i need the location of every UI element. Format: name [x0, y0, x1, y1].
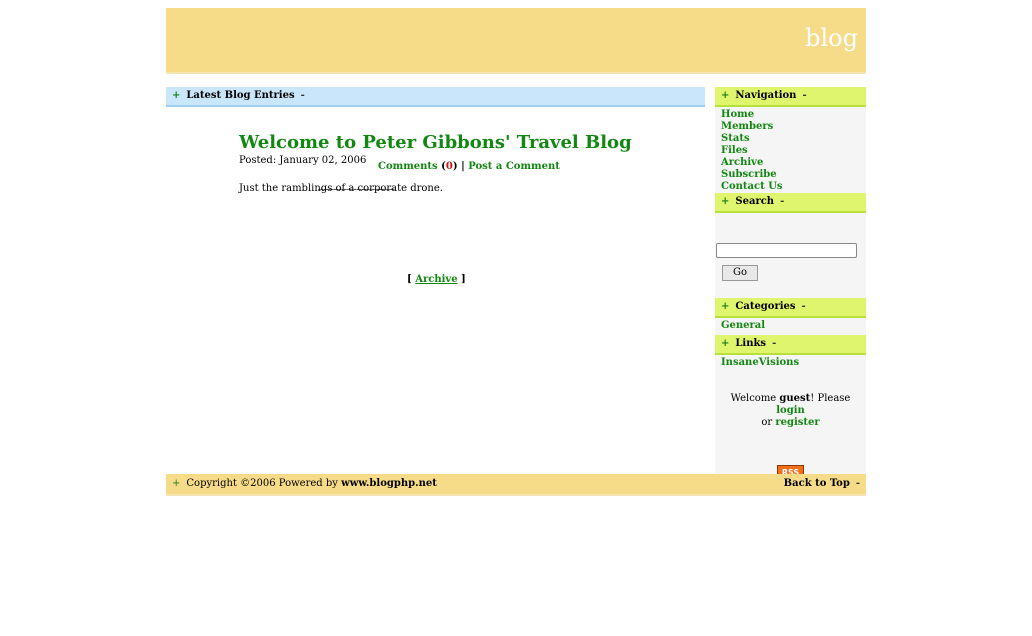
archive-link[interactable]: Archive — [415, 274, 457, 285]
links-header[interactable]: + Links - — [715, 335, 866, 355]
login-link[interactable]: login — [776, 405, 805, 416]
entry-divider: ------------------------------ — [318, 185, 395, 195]
nav-item-members[interactable]: Members — [721, 121, 866, 133]
navigation-header[interactable]: + Navigation - — [715, 87, 866, 107]
collapse-icon[interactable]: - — [802, 301, 806, 312]
entry-comments: Comments (0) | Post a Comment — [378, 161, 560, 172]
search-input[interactable] — [716, 243, 857, 258]
navigation-list: Home Members Stats Files Archive Subscri… — [715, 107, 866, 193]
expand-icon: + — [721, 196, 730, 207]
nav-item-subscribe[interactable]: Subscribe — [721, 169, 866, 181]
links-title: Links — [735, 338, 767, 349]
copyright-text: Copyright ©2006 Powered by — [186, 478, 338, 489]
collapse-icon[interactable]: - — [301, 90, 305, 101]
footer: + Copyright ©2006 Powered by www.blogphp.… — [166, 474, 866, 496]
main-content: + Latest Blog Entries - Welcome to Peter G… — [166, 87, 705, 285]
collapse-icon[interactable]: - — [802, 90, 806, 101]
comments-count: 0 — [445, 161, 453, 172]
expand-icon: + — [721, 338, 730, 349]
categories-header[interactable]: + Categories - — [715, 298, 866, 318]
welcome-user: guest — [779, 393, 811, 404]
expand-icon: + — [721, 90, 730, 101]
expand-icon: + — [721, 301, 730, 312]
search-area: Go — [715, 213, 866, 298]
collapse-icon: - — [855, 478, 860, 489]
nav-item-files[interactable]: Files — [721, 145, 866, 157]
category-general[interactable]: General — [721, 320, 866, 332]
welcome-please: ! Please — [810, 393, 851, 404]
sidebar: + Navigation - Home Members Stats Files Ar… — [715, 87, 866, 480]
expand-icon: + — [172, 478, 181, 489]
nav-item-archive[interactable]: Archive — [721, 157, 866, 169]
welcome-message: Welcome guest! Please login or register — [715, 393, 866, 429]
latest-entries-header[interactable]: + Latest Blog Entries - — [166, 87, 705, 107]
back-to-top-label[interactable]: Back to Top — [784, 478, 850, 489]
archive-wrapper: [ Archive ] — [407, 274, 466, 285]
search-header[interactable]: + Search - — [715, 193, 866, 213]
header: blog — [166, 8, 866, 74]
nav-item-home[interactable]: Home — [721, 109, 866, 121]
latest-entries-title: Latest Blog Entries — [186, 90, 295, 101]
or-text: or — [761, 417, 773, 428]
post-comment-link[interactable]: Post a Comment — [468, 161, 560, 172]
categories-title: Categories — [735, 301, 796, 312]
back-to-top[interactable]: Back to Top - — [784, 474, 860, 494]
go-button[interactable]: Go — [722, 265, 758, 281]
link-insanevisions[interactable]: InsaneVisions — [721, 357, 866, 369]
comments-link[interactable]: Comments — [378, 161, 438, 172]
footer-copyright: + Copyright ©2006 Powered by www.blogphp.… — [172, 474, 437, 494]
categories-list: General — [715, 318, 866, 335]
search-title: Search — [735, 196, 775, 207]
entry-body: Just the ramblings of a corporate drone. — [239, 183, 443, 194]
register-link[interactable]: register — [775, 417, 819, 428]
navigation-title: Navigation — [735, 90, 797, 101]
links-list: InsaneVisions — [715, 355, 866, 372]
collapse-icon[interactable]: - — [780, 196, 784, 207]
powered-by-link[interactable]: www.blogphp.net — [341, 478, 437, 489]
nav-item-contact-us[interactable]: Contact Us — [721, 181, 866, 193]
nav-item-stats[interactable]: Stats — [721, 133, 866, 145]
entry-title[interactable]: Welcome to Peter Gibbons' Travel Blog — [239, 133, 639, 153]
site-title[interactable]: blog — [805, 24, 858, 52]
expand-icon: + — [172, 90, 181, 101]
collapse-icon[interactable]: - — [772, 338, 776, 349]
welcome-prefix: Welcome — [730, 393, 777, 404]
